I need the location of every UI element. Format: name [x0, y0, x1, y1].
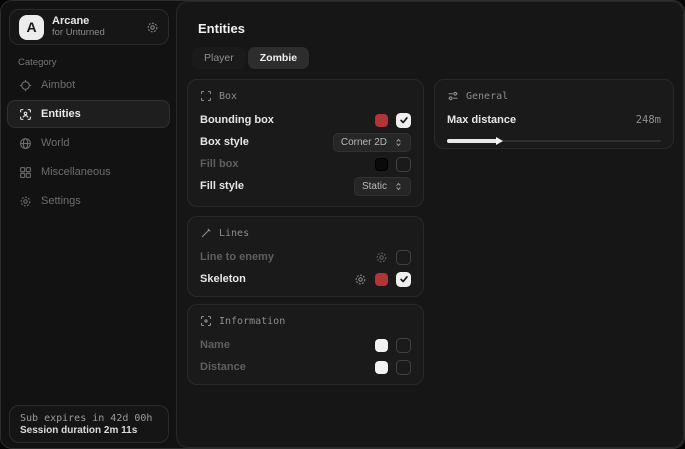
subscription-card: Sub expires in 42d 00h Session duration …	[9, 405, 169, 443]
sidebar-item-aimbot[interactable]: Aimbot	[7, 71, 170, 99]
checkbox-unchecked[interactable]	[396, 338, 411, 353]
setting-row-distance: Distance	[200, 356, 411, 378]
sidebar-item-label: Settings	[41, 195, 81, 207]
app-logo: A	[19, 15, 44, 40]
chevrons-up-down-icon	[394, 138, 403, 147]
general-panel: General Max distance 248m	[434, 79, 674, 149]
color-swatch[interactable]	[375, 339, 388, 352]
gear-icon	[19, 195, 32, 208]
main-panel: Entities Player Zombie Box Bounding box	[176, 1, 684, 448]
page-title: Entities	[198, 21, 245, 36]
fill-style-select[interactable]: Static	[354, 177, 411, 196]
color-swatch[interactable]	[375, 158, 388, 171]
globe-icon	[19, 137, 32, 150]
panel-title: Information	[219, 316, 285, 327]
sub-expiry-text: Sub expires in 42d 00h	[20, 413, 158, 424]
setting-label: Bounding box	[200, 114, 274, 126]
app-name: Arcane	[52, 15, 138, 28]
color-swatch[interactable]	[375, 361, 388, 374]
gear-icon[interactable]	[146, 21, 159, 34]
setting-label: Distance	[200, 361, 246, 373]
setting-row-line-to-enemy: Line to enemy	[200, 246, 411, 268]
sliders-icon	[447, 90, 459, 102]
box-panel-header: Box	[200, 89, 411, 103]
setting-row-max-distance: Max distance 248m	[447, 109, 661, 131]
checkbox-unchecked[interactable]	[396, 250, 411, 265]
sidebar-item-label: World	[41, 137, 70, 149]
scan-brackets-icon	[200, 90, 212, 102]
setting-label: Box style	[200, 136, 249, 148]
lines-panel-header: Lines	[200, 226, 411, 240]
setting-label: Name	[200, 339, 230, 351]
information-panel: Information Name Distance	[187, 304, 424, 385]
sidebar-item-label: Aimbot	[41, 79, 75, 91]
tab-zombie[interactable]: Zombie	[248, 47, 309, 69]
checkbox-checked[interactable]	[396, 113, 411, 128]
select-value: Corner 2D	[341, 137, 387, 148]
sidebar-item-settings[interactable]: Settings	[7, 187, 170, 215]
checkbox-checked[interactable]	[396, 272, 411, 287]
pencil-line-icon	[200, 227, 212, 239]
setting-label: Max distance	[447, 114, 516, 126]
category-label: Category	[18, 57, 57, 68]
checkbox-unchecked[interactable]	[396, 157, 411, 172]
sidebar: A Arcane for Unturned Category Aimbot	[1, 1, 176, 448]
information-panel-header: Information	[200, 314, 411, 328]
setting-row-box-style: Box style Corner 2D	[200, 131, 411, 153]
select-value: Static	[362, 181, 387, 192]
general-panel-header: General	[447, 89, 661, 103]
setting-label: Skeleton	[200, 273, 246, 285]
sidebar-item-entities[interactable]: Entities	[7, 100, 170, 128]
scan-person-icon	[19, 108, 32, 121]
sidebar-item-miscellaneous[interactable]: Miscellaneous	[7, 158, 170, 186]
app-header-card: A Arcane for Unturned	[9, 9, 169, 45]
scan-brackets-icon	[200, 315, 212, 327]
setting-label: Line to enemy	[200, 251, 274, 263]
setting-row-bounding-box: Bounding box	[200, 109, 411, 131]
gear-icon[interactable]	[354, 273, 367, 286]
max-distance-slider[interactable]	[447, 136, 661, 145]
setting-row-skeleton: Skeleton	[200, 268, 411, 290]
panel-title: Box	[219, 91, 237, 102]
panel-title: General	[466, 91, 508, 102]
sidebar-item-label: Entities	[41, 108, 81, 120]
setting-row-name: Name	[200, 334, 411, 356]
setting-row-fill-style: Fill style Static	[200, 175, 411, 197]
setting-label: Fill style	[200, 180, 244, 192]
grid-icon	[19, 166, 32, 179]
sidebar-item-label: Miscellaneous	[41, 166, 111, 178]
app-window: A Arcane for Unturned Category Aimbot	[0, 0, 685, 449]
checkbox-unchecked[interactable]	[396, 360, 411, 375]
slider-fill	[447, 139, 498, 143]
panel-title: Lines	[219, 228, 249, 239]
box-panel: Box Bounding box Box style Corner 2D	[187, 79, 424, 207]
max-distance-value: 248m	[636, 114, 661, 126]
app-subtitle: for Unturned	[52, 28, 138, 39]
color-swatch[interactable]	[375, 114, 388, 127]
crosshair-icon	[19, 79, 32, 92]
gear-icon[interactable]	[375, 251, 388, 264]
color-swatch[interactable]	[375, 273, 388, 286]
setting-label: Fill box	[200, 158, 239, 170]
app-title-block: Arcane for Unturned	[52, 15, 138, 39]
box-style-select[interactable]: Corner 2D	[333, 133, 411, 152]
lines-panel: Lines Line to enemy Skeleton	[187, 216, 424, 297]
sidebar-nav: Aimbot Entities World	[7, 71, 170, 215]
tab-player[interactable]: Player	[192, 47, 246, 69]
entity-tabs: Player Zombie	[192, 47, 309, 69]
setting-row-fill-box: Fill box	[200, 153, 411, 175]
sidebar-item-world[interactable]: World	[7, 129, 170, 157]
chevrons-up-down-icon	[394, 182, 403, 191]
slider-thumb[interactable]	[496, 137, 503, 145]
session-duration-text: Session duration 2m 11s	[20, 425, 158, 436]
